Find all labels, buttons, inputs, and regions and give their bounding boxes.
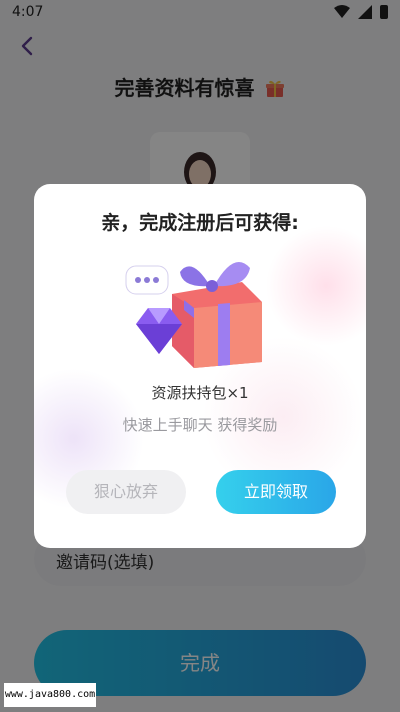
reward-dialog: 亲，完成注册后可获得: 资源扶持包×1 快速上手聊天 获得奖励 狠心放弃 立即领… xyxy=(34,184,366,548)
watermark-label: www.java800.com xyxy=(4,683,96,707)
reward-name: 资源扶持包×1 xyxy=(151,384,249,402)
dialog-title: 亲，完成注册后可获得: xyxy=(101,212,299,234)
claim-now-button[interactable]: 立即领取 xyxy=(216,470,336,514)
gift-box-illustration xyxy=(125,262,262,368)
reward-description: 快速上手聊天 获得奖励 xyxy=(122,416,278,434)
give-up-button[interactable]: 狠心放弃 xyxy=(66,470,186,514)
